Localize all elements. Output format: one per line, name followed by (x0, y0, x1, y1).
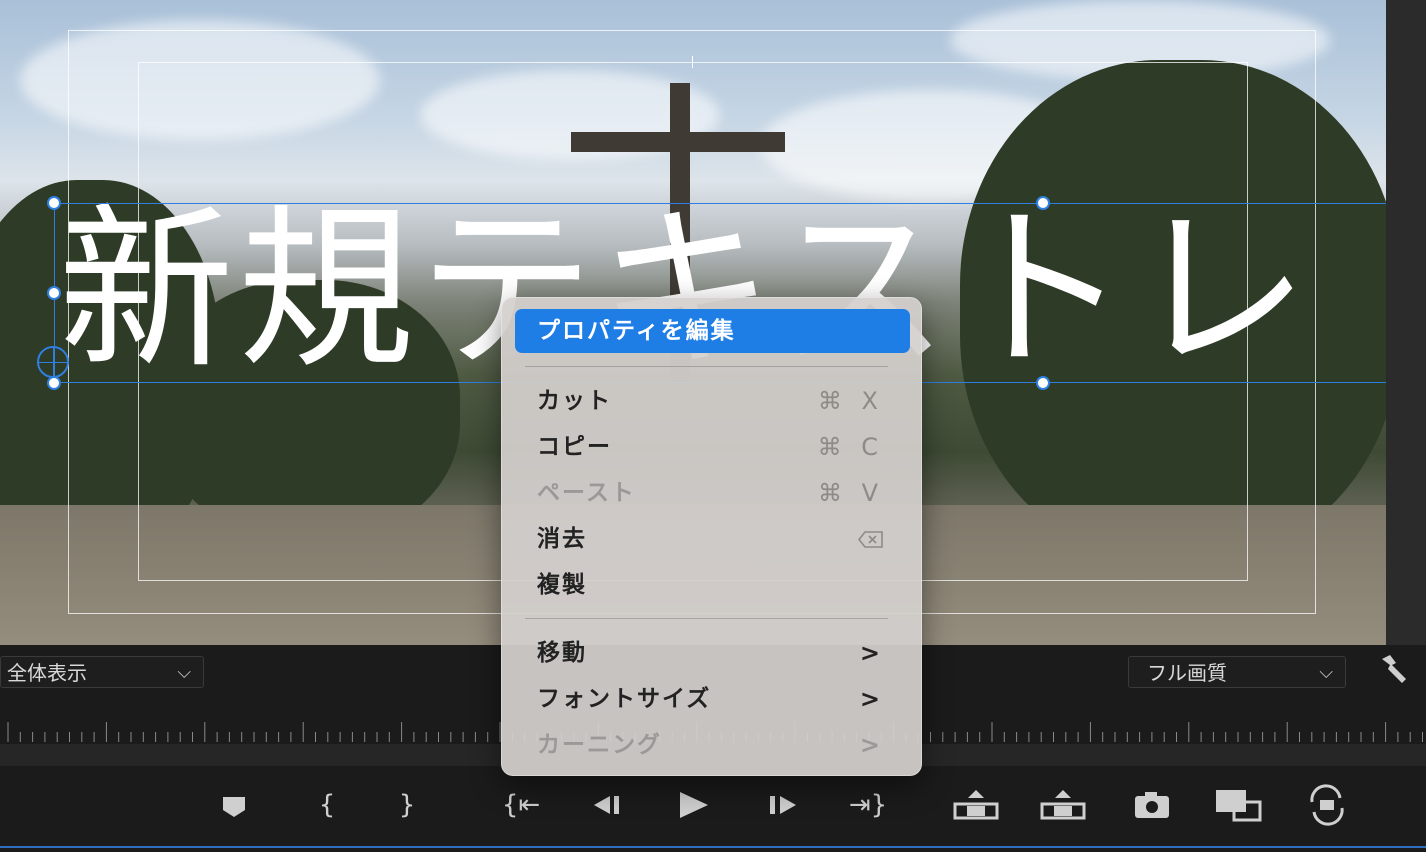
menu-item-duplicate[interactable]: 複製 (515, 563, 910, 607)
menu-item-copy[interactable]: コピー ⌘ C (515, 425, 910, 469)
menu-item-cut[interactable]: カット ⌘ X (515, 379, 910, 423)
comparison-view-icon[interactable] (1214, 780, 1264, 830)
program-monitor: 新規テキストレ 全体表示 ⌵ フル画質 ⌵ { } {⇤ ⇥} プロパティを編集… (0, 0, 1426, 852)
chevron-right-icon: > (859, 731, 882, 759)
menu-item-label: カット (537, 388, 612, 414)
resize-handle-top-left[interactable] (47, 196, 61, 210)
chevron-right-icon: > (859, 685, 882, 713)
context-menu: プロパティを編集 カット ⌘ X コピー ⌘ C ペースト ⌘ V 消去 複製 … (501, 297, 922, 776)
menu-item-label: 移動 (537, 640, 587, 666)
resize-handle-left[interactable] (47, 286, 61, 300)
menu-item-label: フォントサイズ (537, 686, 712, 712)
menu-item-label: ペースト (537, 480, 636, 506)
monitor-side-gutter (1386, 0, 1426, 645)
menu-separator (525, 366, 888, 367)
chevron-right-icon: > (859, 639, 882, 667)
menu-item-label: 複製 (537, 572, 587, 598)
lift-icon[interactable] (953, 780, 999, 830)
menu-item-clear[interactable]: 消去 (515, 517, 910, 561)
step-forward-icon[interactable] (760, 780, 806, 830)
menu-item-move[interactable]: 移動 > (515, 631, 910, 675)
zoom-level-value: 全体表示 (7, 661, 87, 685)
shortcut-label: ⌘ X (817, 387, 884, 415)
shortcut-label: ⌘ V (817, 479, 884, 507)
delete-key-icon (858, 531, 883, 548)
chevron-down-icon: ⌵ (1319, 662, 1333, 683)
mark-out-icon[interactable]: } (384, 780, 430, 830)
go-to-in-icon[interactable]: {⇤ (497, 780, 545, 830)
step-back-icon[interactable] (584, 780, 630, 830)
panel-focus-indicator (0, 846, 1426, 848)
menu-separator (525, 618, 888, 619)
chevron-down-icon: ⌵ (177, 662, 191, 683)
selection-box-top (54, 203, 1386, 204)
extract-icon[interactable] (1040, 780, 1086, 830)
resize-handle-bottom-left[interactable] (47, 376, 61, 390)
menu-item-edit-properties[interactable]: プロパティを編集 (515, 309, 910, 353)
anchor-point-icon[interactable] (37, 346, 69, 378)
camera-icon[interactable] (1129, 780, 1175, 830)
guide-crosshair (1238, 321, 1254, 322)
menu-item-font-size[interactable]: フォントサイズ > (515, 677, 910, 721)
playback-resolution-value: フル画質 (1147, 661, 1227, 685)
go-to-out-icon[interactable]: ⇥} (844, 780, 892, 830)
menu-item-label: カーニング (537, 732, 662, 758)
menu-item-label: 消去 (537, 526, 587, 552)
zoom-level-select[interactable]: 全体表示 ⌵ (0, 656, 204, 688)
menu-item-kerning: カーニング > (515, 723, 910, 767)
resize-handle-top[interactable] (1036, 196, 1050, 210)
add-marker-icon[interactable] (211, 780, 257, 830)
menu-item-label: プロパティを編集 (537, 318, 736, 344)
mark-in-icon[interactable]: { (304, 780, 350, 830)
menu-item-label: コピー (537, 434, 612, 460)
wrench-icon-svg (1382, 655, 1406, 683)
play-icon[interactable] (670, 780, 716, 830)
menu-item-paste: ペースト ⌘ V (515, 471, 910, 515)
toggle-proxies-icon[interactable] (1304, 780, 1350, 830)
resize-handle-bottom[interactable] (1036, 376, 1050, 390)
center-marker (692, 56, 693, 68)
shortcut-label: ⌘ C (817, 433, 884, 461)
wrench-icon[interactable] (1374, 653, 1414, 689)
playback-resolution-select[interactable]: フル画質 ⌵ (1128, 656, 1346, 688)
